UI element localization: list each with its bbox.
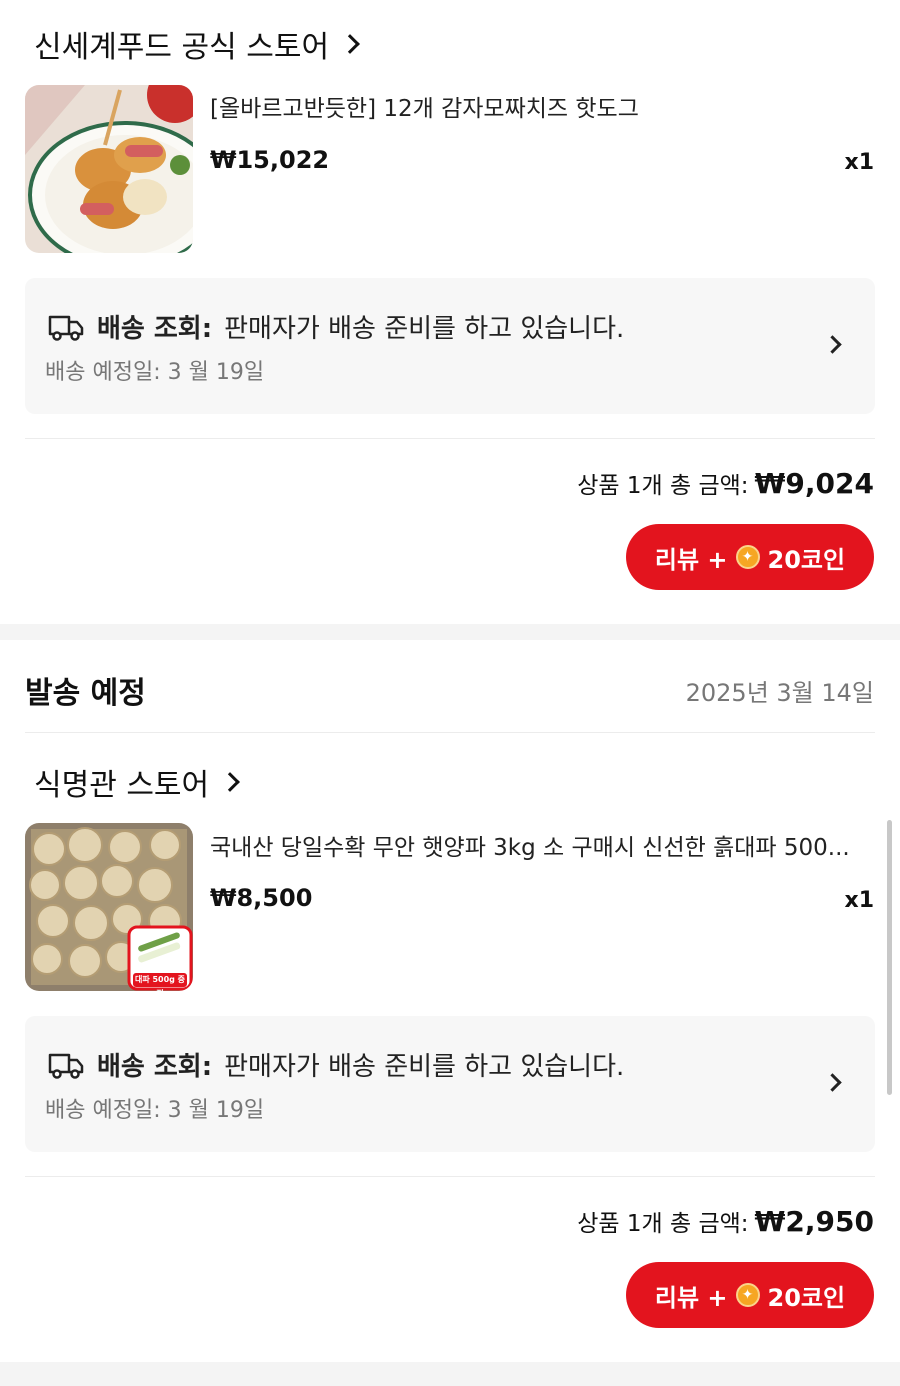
product-quantity: x1 [844,888,875,913]
shipping-status-text: 판매자가 배송 준비를 하고 있습니다. [224,314,625,344]
promo-badge: 대파 500g 증정 [133,973,187,991]
review-button[interactable]: 리뷰 + ✦ 20코인 [626,1262,874,1328]
review-label: 리뷰 + [654,545,728,574]
section-date: 2025년 3월 14일 [685,679,874,707]
total-amount: ₩2,950 [754,1205,874,1238]
product-price: ₩8,500 [210,884,313,912]
shipping-status-card[interactable]: 배송 조회: 판매자가 배송 준비를 하고 있습니다. 배송 예정일: 3 월 … [25,278,875,414]
review-coins: 20코인 [767,1283,846,1312]
hotdog-image [25,85,193,253]
store-name: 신세계푸드 공식 스토어 [34,30,330,65]
total-label: 상품 1개 총 금액: [577,1211,749,1237]
review-label: 리뷰 + [654,1283,728,1312]
review-button[interactable]: 리뷰 + ✦ 20코인 [626,524,874,590]
order-total: 상품 1개 총 금액: ₩9,024 [577,466,874,500]
product-title[interactable]: 국내산 당일수확 무안 햇양파 3kg 소 구매시 신선한 흙대파 500... [210,828,865,862]
truck-icon [48,1053,84,1079]
store-link-1[interactable]: 신세계푸드 공식 스토어 [34,22,360,66]
store-link-2[interactable]: 식명관 스토어 [34,760,241,804]
total-amount: ₩9,024 [754,467,874,500]
section-separator [0,624,900,640]
shipping-status-card[interactable]: 배송 조회: 판매자가 배송 준비를 하고 있습니다. 배송 예정일: 3 월 … [25,1016,875,1152]
shipping-label: 배송 조회: [97,314,213,344]
shipping-label: 배송 조회: [97,1052,213,1082]
product-title[interactable]: [올바르고반듯한] 12개 감자모짜치즈 핫도그 [210,89,850,123]
chevron-right-icon [340,34,360,54]
chevron-right-icon [220,772,241,792]
onion-image [25,823,193,991]
coin-icon: ✦ [735,545,760,569]
product-thumbnail[interactable]: 대파 500g 증정 [25,823,193,991]
product-quantity: x1 [844,150,875,175]
order-total: 상품 1개 총 금액: ₩2,950 [577,1204,874,1238]
section-title: 발송 예정 [25,676,146,711]
shipping-status-line: 배송 조회: 판매자가 배송 준비를 하고 있습니다. [47,1046,624,1083]
divider [25,1176,875,1177]
divider [25,438,875,439]
divider [25,732,875,733]
shipping-status-line: 배송 조회: 판매자가 배송 준비를 하고 있습니다. [47,308,624,345]
truck-icon [48,315,84,341]
scrollbar[interactable] [887,820,892,1095]
shipping-eta: 배송 예정일: 3 월 19일 [45,1098,265,1123]
coin-icon: ✦ [735,1283,760,1307]
section-separator [0,1362,900,1386]
shipping-eta: 배송 예정일: 3 월 19일 [45,360,265,385]
product-price: ₩15,022 [210,146,330,174]
product-thumbnail[interactable] [25,85,193,253]
review-coins: 20코인 [767,545,846,574]
chevron-right-icon [823,335,842,354]
store-name: 식명관 스토어 [34,768,210,803]
chevron-right-icon [823,1073,842,1092]
shipping-status-text: 판매자가 배송 준비를 하고 있습니다. [224,1052,625,1082]
total-label: 상품 1개 총 금액: [577,473,749,499]
